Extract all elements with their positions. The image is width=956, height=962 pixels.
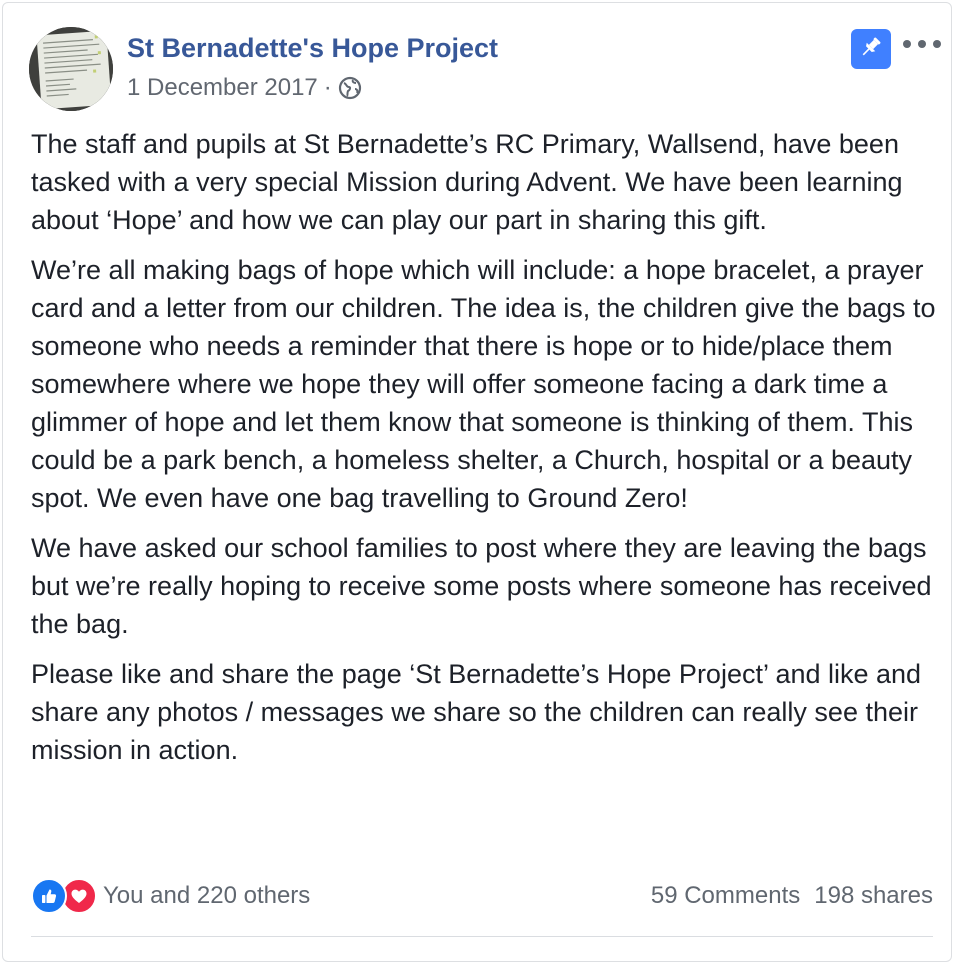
engagement-counts: 59 Comments 198 shares	[651, 882, 933, 910]
post-paragraph: We’re all making bags of hope which will…	[31, 255, 936, 513]
more-options-icon-dot	[918, 40, 926, 48]
post-paragraph: We have asked our school families to pos…	[31, 533, 932, 639]
post-footer: You and 220 others 59 Comments 198 share…	[31, 876, 933, 916]
comments-count-link[interactable]: 59 Comments	[651, 882, 800, 910]
more-options-button[interactable]	[903, 33, 941, 55]
like-icon	[31, 878, 67, 914]
page-avatar[interactable]	[29, 27, 113, 111]
more-options-icon-dot	[933, 40, 941, 48]
reactions-count-text: You and 220 others	[103, 882, 311, 909]
reactions-summary[interactable]: You and 220 others	[31, 878, 310, 914]
pin-icon	[858, 34, 884, 65]
shares-count-link[interactable]: 198 shares	[814, 882, 933, 910]
post-paragraph: Please like and share the page ‘St Berna…	[31, 659, 922, 765]
meta-separator: ·	[323, 74, 332, 101]
post-meta: 1 December 2017 ·	[127, 74, 362, 102]
post-card: St Bernadette's Hope Project 1 December …	[2, 2, 952, 962]
post-paragraph: The staff and pupils at St Bernadette’s …	[31, 129, 903, 235]
more-options-icon-dot	[903, 40, 911, 48]
post-date[interactable]: 1 December 2017	[127, 74, 318, 102]
pin-button[interactable]	[851, 29, 891, 69]
post-text: The staff and pupils at St Bernadette’s …	[31, 125, 939, 781]
avatar-image	[29, 27, 113, 111]
globe-icon	[338, 76, 362, 100]
page-name-link[interactable]: St Bernadette's Hope Project	[127, 33, 498, 64]
footer-divider	[31, 936, 933, 937]
